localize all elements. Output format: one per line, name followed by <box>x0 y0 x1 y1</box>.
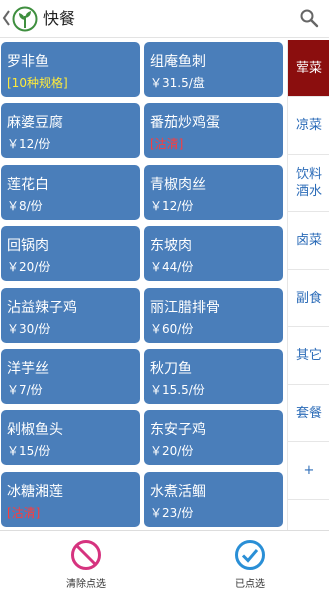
menu-item-card[interactable]: 麻婆豆腐 ￥12/份 <box>1 103 140 159</box>
menu-item-card[interactable]: 秋刀鱼 ￥15.5/份 <box>144 349 283 404</box>
menu-item-name: 东坡肉 <box>150 238 192 255</box>
menu-item-price: ￥60/份 <box>150 321 194 336</box>
menu-item-card[interactable]: 洋芋丝 ￥7/份 <box>1 349 140 404</box>
category-sidebar: 荤菜 凉菜 饮料酒水 卤菜 副食 其它 套餐 + <box>287 40 329 530</box>
menu-item-price: ￥15.5/份 <box>150 383 205 397</box>
menu-item-price: ￥15/份 <box>7 444 51 459</box>
tree-leaf-logo-icon <box>12 6 38 32</box>
no-entry-icon <box>71 540 101 570</box>
menu-item-name: 麻婆豆腐 <box>7 115 63 132</box>
menu-item-card[interactable]: 莲花白 ￥8/份 <box>1 164 140 220</box>
back-chevron-icon[interactable] <box>1 6 11 30</box>
menu-item-price: ￥12/份 <box>150 198 194 213</box>
category-tab[interactable]: 凉菜 <box>288 98 329 155</box>
category-tab[interactable]: 副食 <box>288 270 329 327</box>
menu-item-card[interactable]: 冰糖湘莲 [沽清] <box>1 471 140 527</box>
menu-item-price: ￥20/份 <box>7 260 51 275</box>
app-header: 快餐 <box>0 0 329 38</box>
menu-item-card[interactable]: 回锅肉 ￥20/份 <box>1 226 140 282</box>
menu-item-price: [10种规格] <box>7 76 68 90</box>
category-tab[interactable]: 荤菜 <box>288 40 329 97</box>
menu-item-price: ￥8/份 <box>7 198 43 213</box>
menu-item-price: ￥7/份 <box>7 383 43 397</box>
selected-items-button[interactable]: 已点选 <box>200 539 300 591</box>
menu-item-name: 洋芋丝 <box>7 361 49 377</box>
menu-item-name: 番茄炒鸡蛋 <box>150 115 220 132</box>
menu-item-card[interactable]: 沾益辣子鸡 ￥30/份 <box>1 287 140 343</box>
menu-item-price: ￥30/份 <box>7 321 51 336</box>
menu-item-price: [沽清] <box>7 505 41 520</box>
search-icon[interactable] <box>299 8 319 28</box>
menu-item-name: 水煮活鲴 <box>150 483 206 500</box>
category-tab[interactable]: + <box>288 443 329 500</box>
menu-item-name: 丽江腊排骨 <box>150 299 220 316</box>
menu-item-card[interactable]: 番茄炒鸡蛋 [沽清] <box>144 103 283 159</box>
menu-item-card[interactable]: 丽江腊排骨 ￥60/份 <box>144 287 283 343</box>
menu-item-card[interactable]: 东安子鸡 ￥20/份 <box>144 410 283 466</box>
menu-item-price: ￥31.5/盘 <box>150 76 205 90</box>
menu-item-name: 东安子鸡 <box>150 422 206 439</box>
category-tab[interactable]: 饮料酒水 <box>288 155 329 212</box>
page-title: 快餐 <box>43 9 76 28</box>
clear-selection-label: 清除点选 <box>66 579 106 590</box>
category-tab[interactable]: 其它 <box>288 328 329 385</box>
menu-item-grid: 罗非鱼 [10种规格] 组庵鱼刺 ￥31.5/盘麻婆豆腐 ￥12/份 番茄炒鸡蛋 [沽清] 莲… <box>0 40 287 530</box>
menu-item-name: 冰糖湘莲 <box>7 483 63 500</box>
menu-item-price: ￥23/份 <box>150 505 194 520</box>
check-circle-icon <box>235 540 265 570</box>
menu-item-name: 青椒肉丝 <box>150 176 206 193</box>
menu-item-price: ￥44/份 <box>150 260 194 275</box>
menu-item-card[interactable]: 水煮活鲴 ￥23/份 <box>144 471 283 527</box>
menu-item-price: [沽清] <box>150 137 184 152</box>
menu-item-name: 莲花白 <box>7 176 49 193</box>
menu-item-card[interactable]: 组庵鱼刺 ￥31.5/盘 <box>144 42 283 97</box>
selected-items-label: 已点选 <box>235 579 265 590</box>
menu-item-card[interactable]: 东坡肉 ￥44/份 <box>144 226 283 282</box>
menu-item-price: ￥20/份 <box>150 444 194 459</box>
clear-selection-button[interactable]: 清除点选 <box>36 539 136 591</box>
category-tab[interactable]: 套餐 <box>288 385 329 442</box>
bottom-action-bar: 清除点选 已点选 <box>0 530 329 592</box>
menu-item-name: 回锅肉 <box>7 238 49 255</box>
category-tab[interactable]: 卤菜 <box>288 213 329 270</box>
menu-item-card[interactable]: 青椒肉丝 ￥12/份 <box>144 164 283 220</box>
menu-item-card[interactable]: 剁椒鱼头 ￥15/份 <box>1 410 140 466</box>
menu-item-price: ￥12/份 <box>7 137 51 152</box>
menu-item-name: 剁椒鱼头 <box>7 422 63 439</box>
menu-item-name: 沾益辣子鸡 <box>7 299 77 316</box>
menu-item-card[interactable]: 罗非鱼 [10种规格] <box>1 42 140 97</box>
menu-item-name: 秋刀鱼 <box>150 361 192 377</box>
menu-item-name: 组庵鱼刺 <box>150 54 206 70</box>
menu-item-name: 罗非鱼 <box>7 54 49 70</box>
